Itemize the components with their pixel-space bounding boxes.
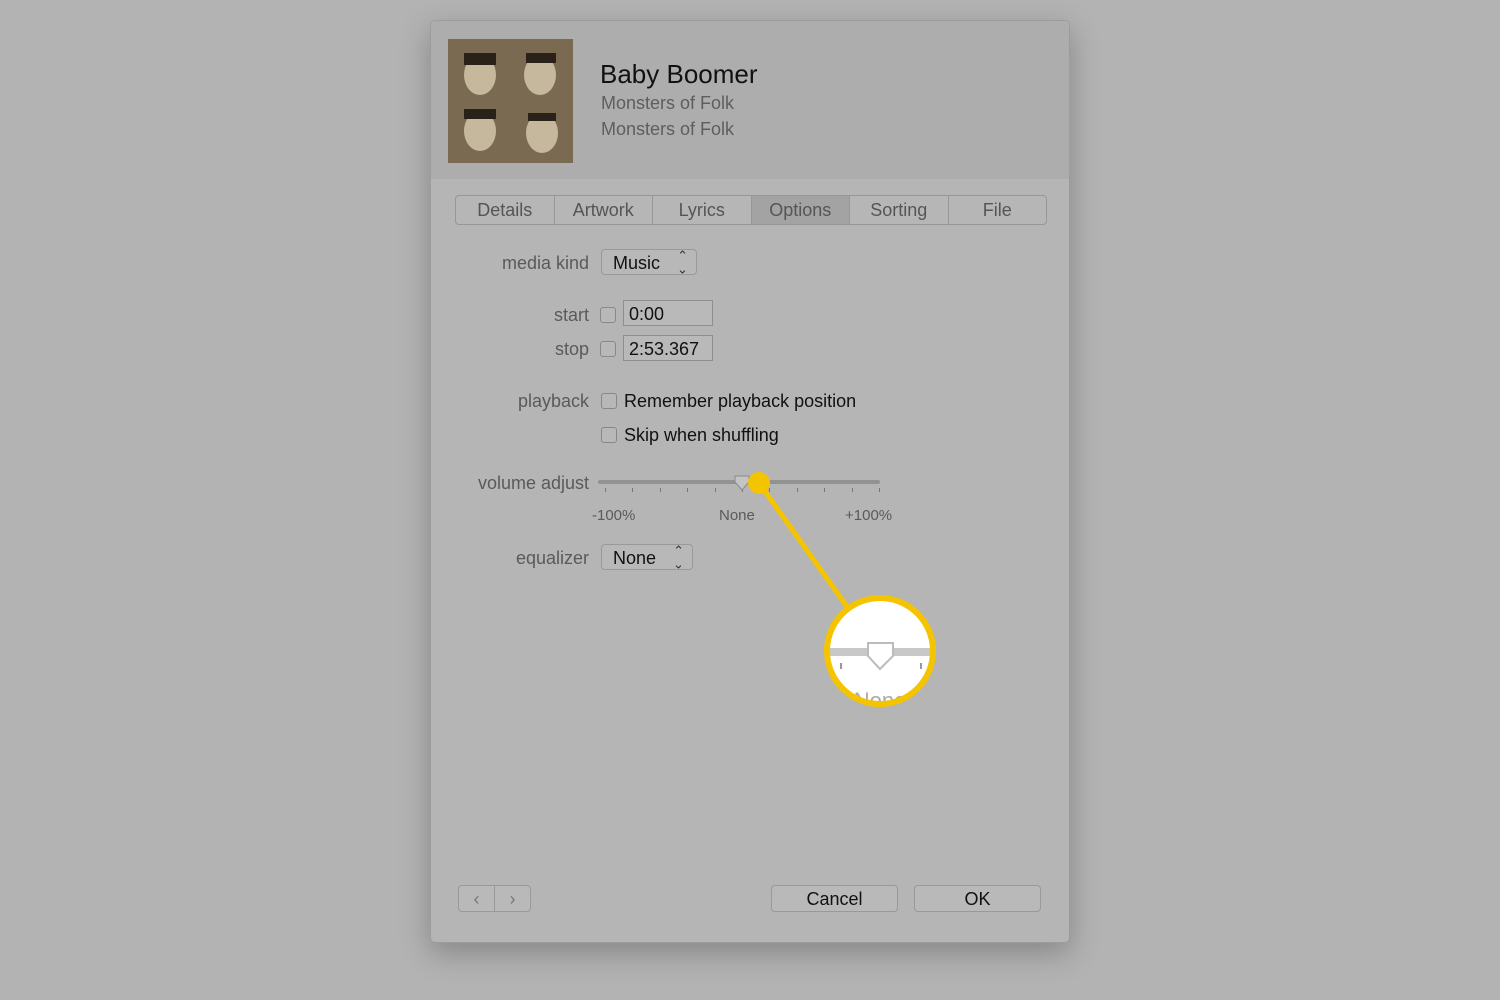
volume-mid-label: None xyxy=(719,507,755,524)
next-track-button[interactable]: › xyxy=(494,885,531,912)
slider-tick xyxy=(687,488,689,492)
remember-position-label[interactable]: Remember playback position xyxy=(624,391,856,412)
volume-adjust-label: volume adjust xyxy=(477,473,589,493)
slider-thumb[interactable] xyxy=(734,475,750,491)
chevron-left-icon: ‹ xyxy=(473,889,480,909)
media-kind-label: media kind xyxy=(501,253,589,273)
slider-tick xyxy=(632,488,634,492)
slider-tick xyxy=(851,488,853,492)
tab-details[interactable]: Details xyxy=(456,196,554,224)
stop-checkbox[interactable] xyxy=(600,341,616,357)
slider-tick xyxy=(769,488,771,492)
volume-min-label: -100% xyxy=(592,507,636,524)
skip-shuffling-label[interactable]: Skip when shuffling xyxy=(624,425,779,446)
start-time-field[interactable]: 0:00 xyxy=(623,300,713,326)
remember-position-checkbox[interactable] xyxy=(601,393,617,409)
slider-tick xyxy=(879,488,880,492)
media-kind-select[interactable]: Music ⌃ ⌃ xyxy=(601,248,697,276)
equalizer-value: None xyxy=(613,548,657,568)
track-artist: Monsters of Folk xyxy=(601,93,735,113)
equalizer-select[interactable]: None ⌃ ⌃ xyxy=(601,543,693,571)
equalizer-label: equalizer xyxy=(515,548,589,568)
track-info-dialog: Baby Boomer Monsters of Folk Monsters of… xyxy=(430,20,1070,943)
tab-bar: Details Artwork Lyrics Options Sorting F… xyxy=(455,195,1047,225)
album-artwork xyxy=(448,39,573,163)
playback-label: playback xyxy=(517,391,589,411)
start-label: start xyxy=(553,305,589,325)
ok-button[interactable]: OK xyxy=(914,885,1041,912)
slider-tick xyxy=(605,488,606,492)
chevron-right-icon: › xyxy=(509,889,516,909)
track-album: Monsters of Folk xyxy=(601,119,735,139)
tab-sorting[interactable]: Sorting xyxy=(849,196,948,224)
tab-artwork[interactable]: Artwork xyxy=(553,196,653,224)
volume-max-label: +100% xyxy=(845,507,893,524)
tab-file[interactable]: File xyxy=(947,196,1047,224)
track-title: Baby Boomer xyxy=(600,59,758,89)
slider-tick xyxy=(824,488,826,492)
slider-tick xyxy=(714,488,716,492)
slider-tick xyxy=(796,488,798,492)
tab-lyrics[interactable]: Lyrics xyxy=(652,196,751,224)
start-checkbox[interactable] xyxy=(600,307,616,323)
cancel-button[interactable]: Cancel xyxy=(771,885,898,912)
tab-options[interactable]: Options xyxy=(750,196,849,224)
stop-time-field[interactable]: 2:53.367 xyxy=(623,335,713,361)
previous-track-button[interactable]: ‹ xyxy=(458,885,495,912)
media-kind-value: Music xyxy=(613,253,661,273)
volume-slider[interactable] xyxy=(598,475,880,496)
up-down-chevron-icon: ⌃ ⌃ xyxy=(673,543,684,571)
skip-shuffling-checkbox[interactable] xyxy=(601,427,617,443)
stop-label: stop xyxy=(554,339,589,359)
slider-tick xyxy=(659,488,661,492)
dialog-header: Baby Boomer Monsters of Folk Monsters of… xyxy=(431,21,1069,179)
up-down-chevron-icon: ⌃ ⌃ xyxy=(677,248,688,276)
